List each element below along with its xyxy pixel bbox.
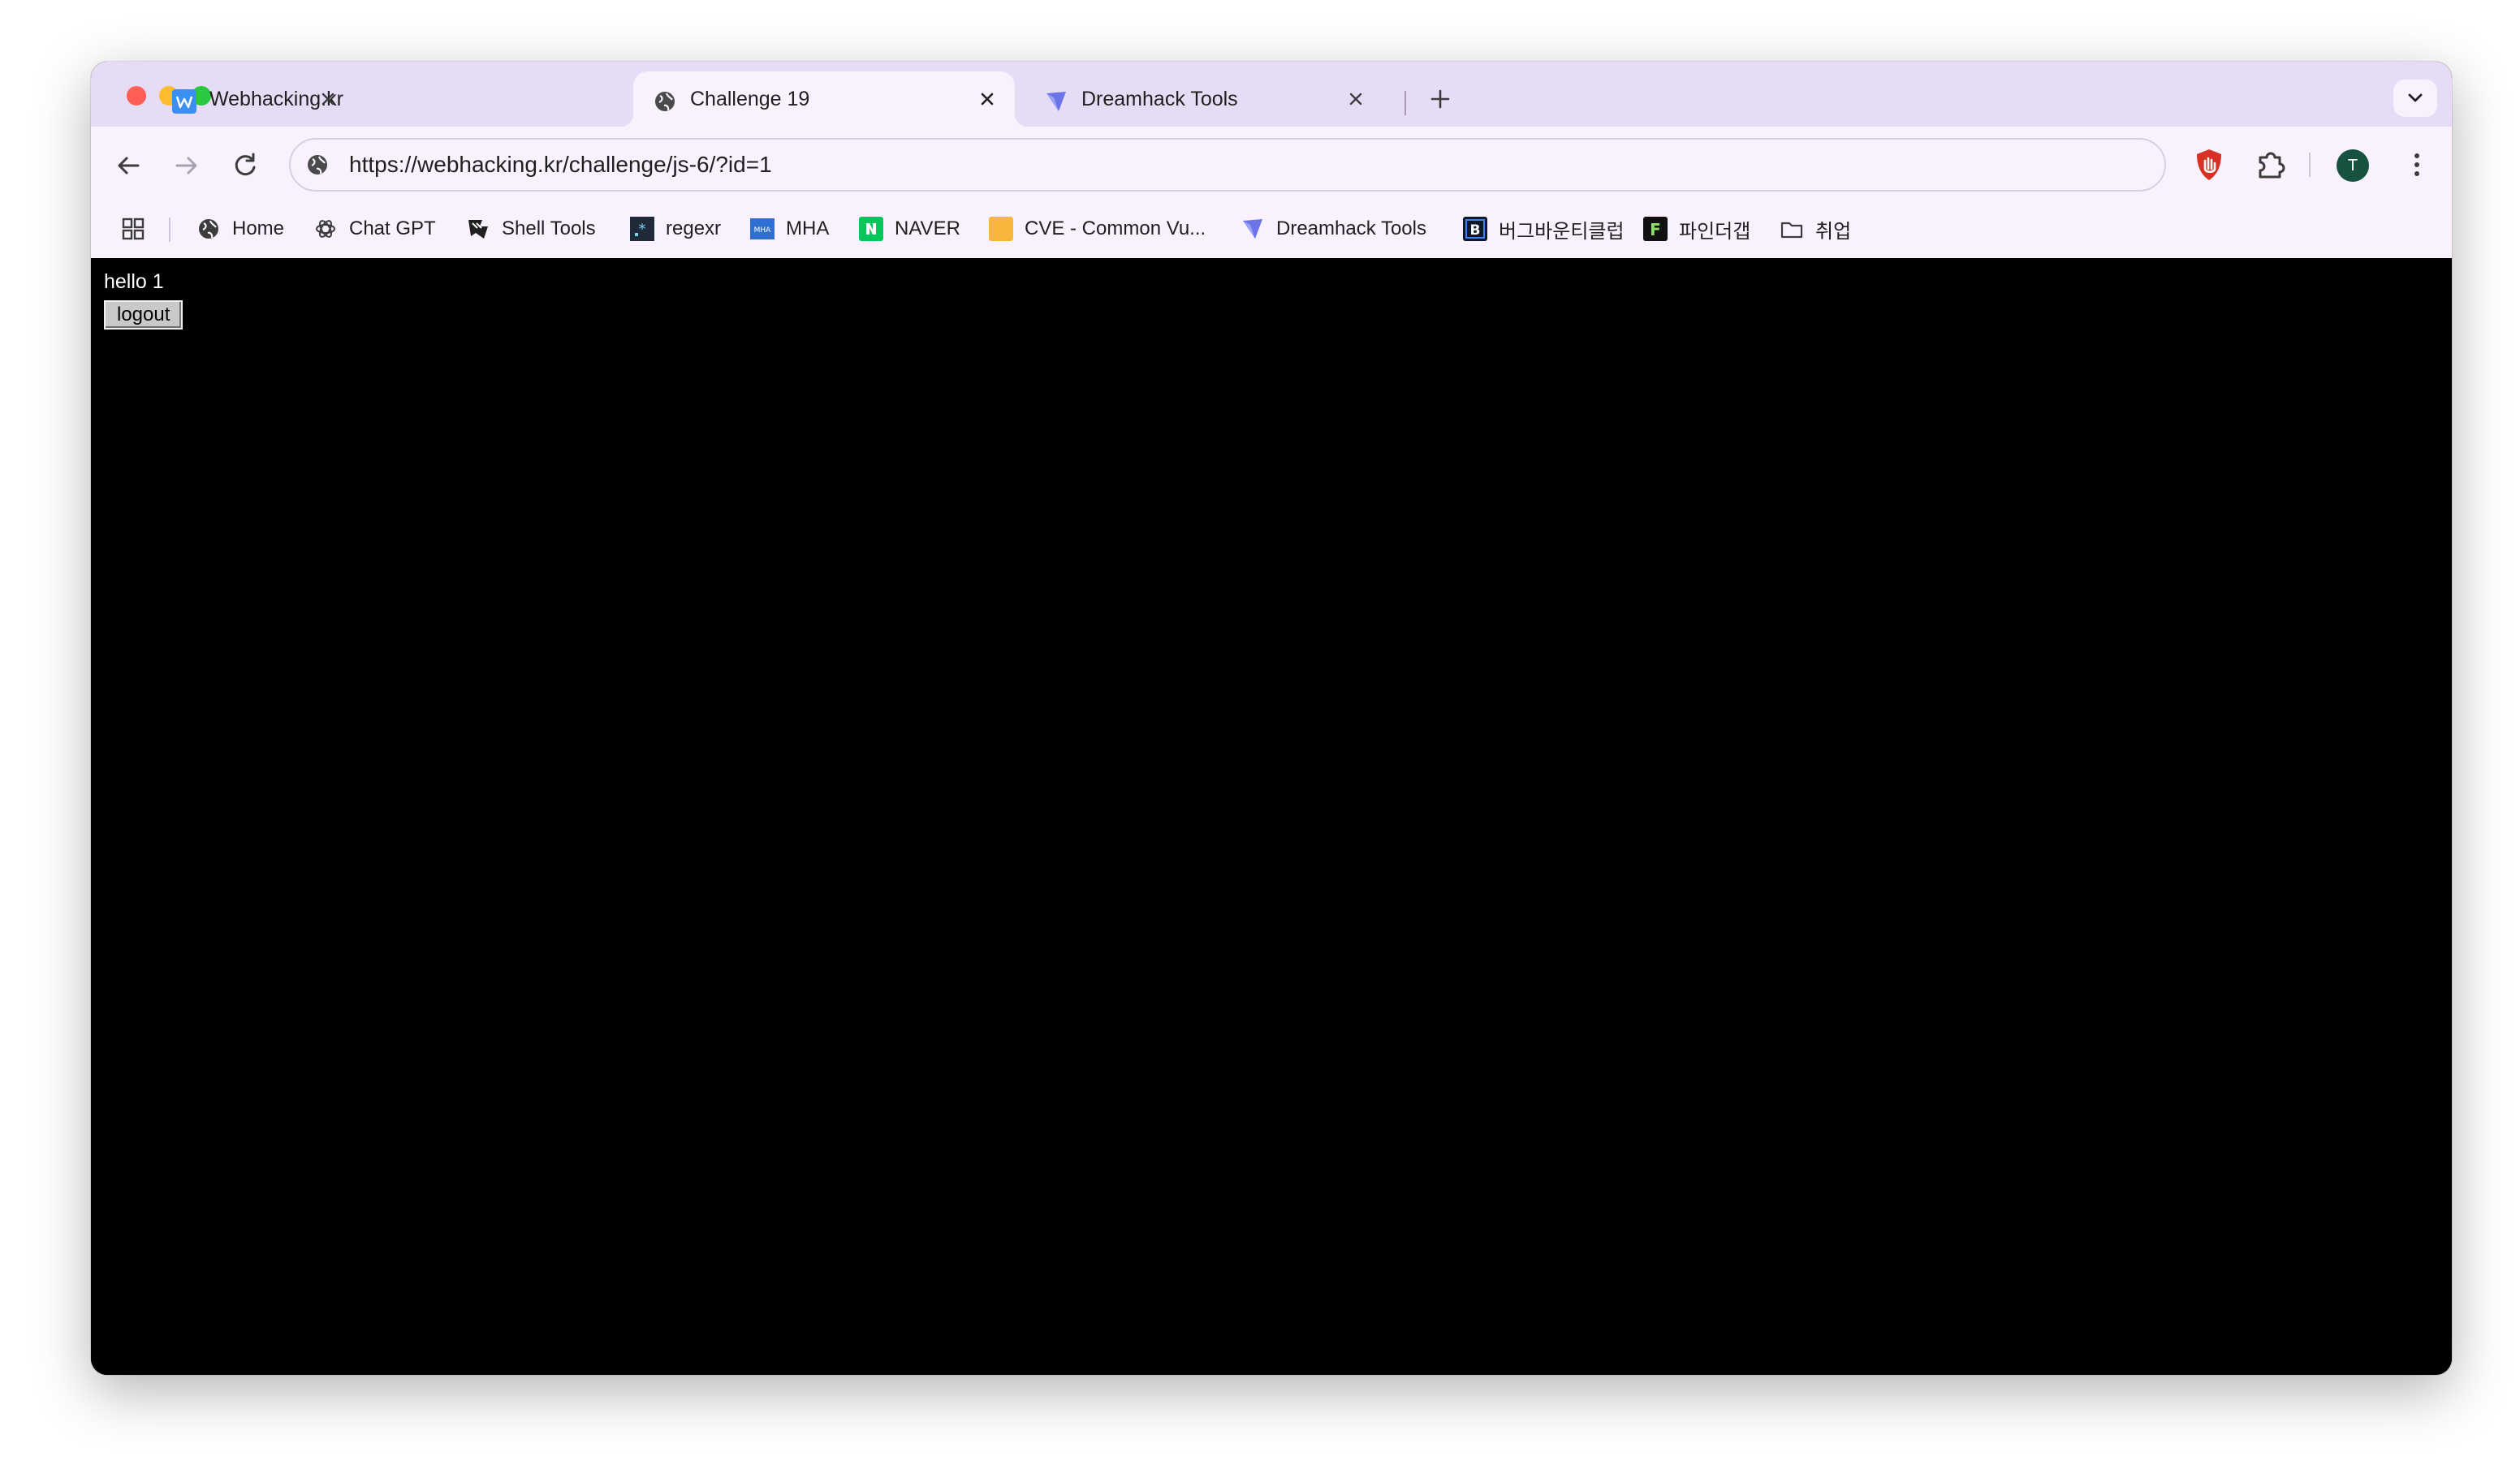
tab-separator	[1405, 91, 1406, 115]
chevron-down-icon	[2408, 93, 2423, 102]
tab-search-button[interactable]	[2393, 80, 2437, 117]
close-icon[interactable]	[318, 89, 338, 109]
bookmark-folder-jobs[interactable]: 취업	[1780, 206, 1851, 252]
bookmark-regexr[interactable]: * regexr	[630, 206, 721, 252]
bookmark-label: Dreamhack Tools	[1276, 218, 1426, 239]
bookmark-shell-tools[interactable]: Shell Tools	[466, 206, 596, 252]
tab-title: Challenge 19	[690, 88, 810, 110]
tab-strip: Webhacking.kr Challenge 19 Dreamhack Too…	[91, 62, 2452, 127]
bookmark-dreamhack-tools[interactable]: Dreamhack Tools	[1241, 206, 1426, 252]
regexr-icon: *	[630, 217, 654, 241]
tab-dreamhack-tools[interactable]: Dreamhack Tools	[1025, 71, 1383, 127]
tab-title: Dreamhack Tools	[1081, 88, 1238, 110]
bookmark-label: 버그바운티클럽	[1499, 220, 1625, 243]
dreamhack-icon	[1243, 219, 1262, 239]
bookmark-label: Shell Tools	[502, 218, 596, 239]
more-menu-icon[interactable]	[2397, 144, 2437, 185]
bookmark-bug-bounty-club[interactable]: B 버그바운티클럽	[1463, 206, 1625, 252]
profile-avatar[interactable]: T	[2337, 149, 2369, 182]
b-icon: B	[1463, 217, 1487, 241]
close-icon[interactable]	[977, 89, 997, 109]
apps-grid-icon[interactable]	[120, 216, 146, 242]
globe-icon	[655, 92, 675, 111]
site-info-icon[interactable]	[305, 153, 330, 177]
dreamhack-icon	[1046, 92, 1066, 111]
folder-icon	[1780, 222, 1803, 239]
shell-tools-icon	[468, 220, 488, 239]
bookmark-chat-gpt[interactable]: Chat GPT	[313, 206, 436, 252]
reload-button[interactable]	[226, 146, 265, 185]
tab-webhacking[interactable]: Webhacking.kr	[153, 71, 356, 127]
svg-text:B: B	[1470, 222, 1481, 239]
tab-challenge-19[interactable]: Challenge 19	[620, 71, 1028, 127]
bookmark-cve[interactable]: CVE - Common Vu...	[989, 206, 1206, 252]
page-content: hello 1 logout	[91, 258, 2452, 1375]
toolbar: https://webhacking.kr/challenge/js-6/?id…	[91, 127, 2452, 258]
bookmark-home[interactable]: Home	[196, 206, 284, 252]
f-icon: F	[1643, 217, 1668, 241]
bookmark-label: 파인더갭	[1679, 220, 1751, 243]
back-button[interactable]	[109, 146, 148, 185]
naver-icon	[859, 217, 883, 241]
bookmark-label: NAVER	[895, 218, 960, 239]
svg-text:*: *	[639, 221, 646, 238]
bookmark-mha[interactable]: MHA MHA	[750, 206, 829, 252]
bookmark-label: Home	[232, 218, 285, 239]
forward-button[interactable]	[167, 146, 206, 185]
close-window-button[interactable]	[127, 86, 146, 106]
bookmarks-separator	[169, 218, 170, 242]
svg-text:MHA: MHA	[754, 226, 772, 235]
bookmark-label: MHA	[786, 218, 830, 239]
cve-icon	[989, 217, 1013, 241]
new-tab-button[interactable]	[1422, 81, 1458, 117]
toolbar-separator	[2309, 153, 2311, 177]
greeting-text: hello 1	[104, 270, 164, 293]
logout-button[interactable]: logout	[104, 300, 183, 330]
puzzle-icon[interactable]	[2250, 144, 2291, 185]
openai-icon	[316, 220, 335, 238]
bookmarks-bar: Home Chat GPT Shell Tools * regexr MHA M…	[91, 206, 2452, 252]
ublock-extension-icon[interactable]	[2189, 144, 2229, 185]
address-bar[interactable]: https://webhacking.kr/challenge/js-6/?id…	[289, 138, 2166, 192]
bookmark-finder-gap[interactable]: F 파인더갭	[1643, 206, 1750, 252]
w-icon	[172, 89, 196, 114]
globe-icon	[199, 219, 218, 239]
bookmark-label: CVE - Common Vu...	[1025, 218, 1206, 239]
bookmark-label: 취업	[1815, 220, 1852, 243]
svg-text:F: F	[1650, 220, 1661, 239]
browser-window: Webhacking.kr Challenge 19 Dreamhack Too…	[91, 62, 2452, 1375]
bookmark-naver[interactable]: NAVER	[859, 206, 960, 252]
mha-icon: MHA	[750, 218, 775, 239]
bookmark-label: regexr	[666, 218, 722, 239]
bookmark-label: Chat GPT	[349, 218, 436, 239]
url-text[interactable]: https://webhacking.kr/challenge/js-6/?id…	[349, 140, 772, 190]
close-icon[interactable]	[1346, 89, 1366, 109]
